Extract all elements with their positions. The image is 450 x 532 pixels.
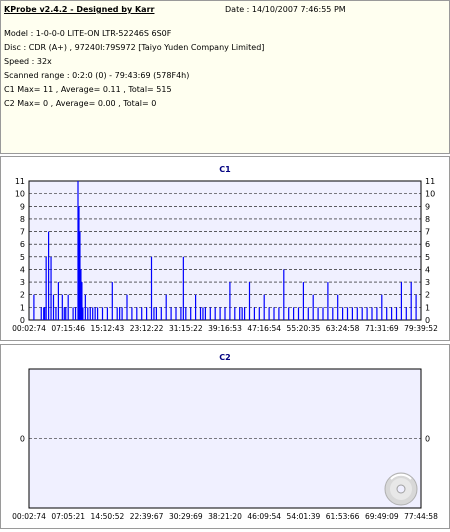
y-tick-label-right: 10 [425,190,435,199]
cd-disc-icon [384,472,418,506]
x-tick-label: 38:21:20 [208,512,242,521]
x-tick-label: 31:15:22 [169,324,203,333]
x-tick-label: 55:20:35 [287,324,321,333]
scan-date: Date : 14/10/2007 7:46:55 PM [225,5,346,14]
x-tick-label: 39:16:53 [208,324,242,333]
x-tick-label: 00:02:74 [12,512,46,521]
scan-speed: Speed : 32x [4,57,52,66]
y-tick-label-right: 4 [425,265,430,274]
x-tick-label: 00:02:74 [12,324,46,333]
y-tick-label-right: 7 [425,228,430,237]
y-tick-label-left: 9 [20,202,25,211]
y-tick-label-right: 2 [425,291,430,300]
c1-chart: C10 01 12 23 34 45 56 67 78 89 910 1011 1100:02:74 07… [12,165,438,333]
x-tick-label: 79:39:52 [404,324,438,333]
x-tick-label: 61:53:66 [326,512,360,521]
y-tick-label-right: 5 [425,253,430,262]
y-tick-label-left: 0 [20,435,25,444]
y-tick-label-right: 0 [425,435,430,444]
y-tick-label-left: 7 [20,228,25,237]
c1-chart-panel: C1 0 0 1 1 2 2 3 3 4 4 5 5 6 6 7 7 8 8 9 9 10 10 11 11 00:02:74 07… [0,156,450,341]
y-tick-label-left: 3 [20,278,25,287]
drive-model: Model : 1-0-0-0 LITE-ON LTR-52246S 6S0F [4,29,172,38]
y-tick-label-right: 3 [425,278,430,287]
x-tick-label: 47:16:54 [247,324,281,333]
y-tick-label-left: 4 [20,265,25,274]
x-tick-label: 07:05:21 [51,512,85,521]
y-tick-label-left: 1 [20,303,25,312]
c2-chart: C2 0 0 00:02:74 07:05:21 14:50:52 22:39:67 30:2… [12,353,438,521]
x-tick-label: 69:49:09 [365,512,399,521]
x-tick-label: 77:44:58 [404,512,438,521]
y-tick-label-left: 11 [15,177,25,186]
x-tick-label: 30:29:69 [169,512,203,521]
y-tick-label-left: 6 [20,240,25,249]
x-tick-label: 22:39:67 [130,512,164,521]
y-tick-label-left: 8 [20,215,25,224]
x-tick-label: 15:12:43 [91,324,125,333]
chart-title: C1 [219,165,231,174]
chart-title: C2 [219,353,230,362]
y-tick-label-left: 5 [20,253,25,262]
app-title: KProbe v2.4.2 - Designed by Karr [4,5,155,14]
disc-info: Disc : CDR (A+) , 97240I:79S972 [Taiyo Y… [4,43,265,52]
scanned-range: Scanned range : 0:2:0 (0) - 79:43:69 (57… [4,71,190,80]
y-tick-label-right: 8 [425,215,430,224]
x-tick-label: 14:50:52 [91,512,125,521]
y-tick-label-left: 2 [20,291,25,300]
info-panel: KProbe v2.4.2 - Designed by Karr Date : … [0,0,450,154]
x-tick-label: 63:24:58 [326,324,360,333]
y-tick-label-left: 10 [15,190,25,199]
y-tick-label-right: 6 [425,240,430,249]
x-tick-label: 07:15:46 [51,324,85,333]
x-tick-label: 23:12:22 [130,324,164,333]
y-tick-label-right: 11 [425,177,435,186]
c1-summary: C1 Max= 11 , Average= 0.11 , Total= 515 [4,85,172,94]
c2-chart-panel: C2 0 0 00:02:74 07:05:21 14:50:52 22:39:67 30:2… [0,344,450,529]
y-tick-label-right: 1 [425,303,430,312]
c2-summary: C2 Max= 0 , Average= 0.00 , Total= 0 [4,99,157,108]
x-tick-label: 46:09:54 [247,512,281,521]
y-tick-label-right: 9 [425,202,430,211]
plot-area [28,180,422,321]
x-tick-label: 71:31:69 [365,324,399,333]
x-tick-label: 54:01:39 [287,512,321,521]
